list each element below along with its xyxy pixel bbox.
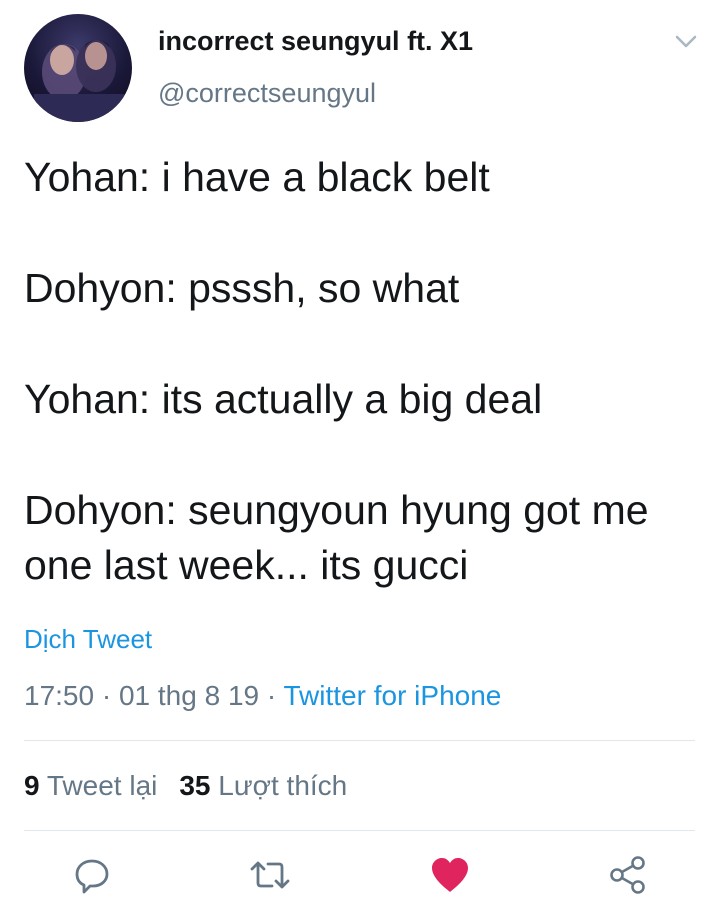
- retweet-count: 9: [24, 770, 40, 801]
- meta-separator: ·: [101, 680, 119, 711]
- retweet-button[interactable]: [248, 855, 292, 899]
- likes-stat[interactable]: 35 Lượt thích: [179, 770, 347, 801]
- meta-separator: ·: [266, 680, 284, 711]
- divider: [24, 740, 695, 741]
- retweets-stat[interactable]: 9 Tweet lại: [24, 770, 157, 801]
- reply-button[interactable]: [70, 855, 114, 899]
- tweet-time: 17:50: [24, 680, 95, 711]
- heart-icon: [429, 855, 471, 900]
- translate-tweet-link[interactable]: Dịch Tweet: [24, 624, 152, 655]
- retweet-icon: [248, 855, 292, 900]
- retweet-label: Tweet lại: [46, 770, 158, 801]
- like-count: 35: [179, 770, 211, 801]
- tweet-date: 01 thg 8 19: [118, 680, 260, 711]
- tweet-paragraph: Dohyon: psssh, so what: [24, 265, 460, 311]
- share-icon: [607, 854, 649, 901]
- handle[interactable]: @correctseungyul: [158, 78, 376, 109]
- tweet-paragraph: Dohyon: seungyoun hyung got me one last …: [24, 487, 649, 588]
- share-button[interactable]: [606, 855, 650, 899]
- tweet-source-link[interactable]: Twitter for iPhone: [283, 680, 501, 711]
- tweet-paragraph: Yohan: i have a black belt: [24, 154, 490, 200]
- like-button[interactable]: [428, 855, 472, 899]
- tweet-paragraph: Yohan: its actually a big deal: [24, 376, 543, 422]
- engagement-stats: 9 Tweet lại 35 Lượt thích: [24, 770, 347, 802]
- tweet-meta: 17:50 · 01 thg 8 19 · Twitter for iPhone: [24, 680, 501, 712]
- avatar[interactable]: [24, 14, 132, 122]
- reply-icon: [72, 855, 112, 900]
- display-name[interactable]: incorrect seungyul ft. X1: [158, 26, 473, 57]
- like-label: Lượt thích: [218, 770, 348, 801]
- tweet-text: Yohan: i have a black belt Dohyon: psssh…: [24, 150, 704, 593]
- divider: [24, 830, 695, 831]
- chevron-down-icon[interactable]: [672, 30, 700, 52]
